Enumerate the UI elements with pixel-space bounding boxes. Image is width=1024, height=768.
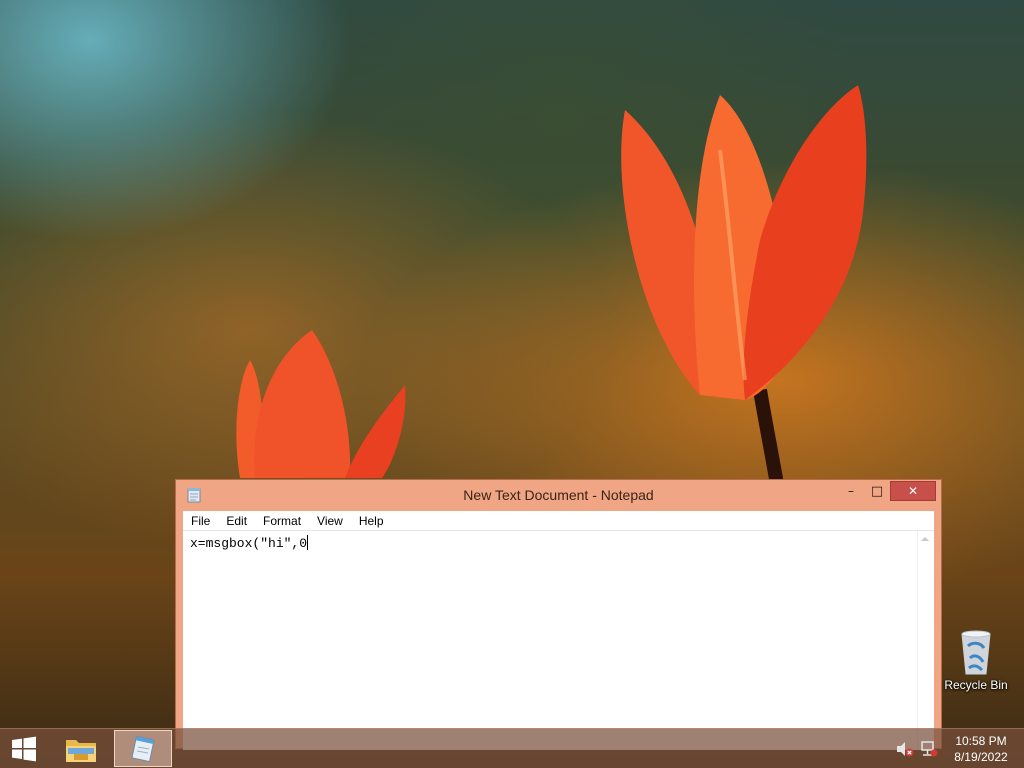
taskbar-file-explorer[interactable] (56, 730, 106, 768)
desktop: Recycle Bin New Text Document - Notepad … (0, 0, 1024, 768)
clock-time: 10:58 PM (955, 734, 1007, 748)
menu-file[interactable]: File (183, 511, 218, 531)
menu-bar: File Edit Format View Help (183, 511, 934, 531)
editor-content: x=msgbox("hi",0 (190, 536, 308, 551)
maximize-icon: □ (870, 483, 884, 499)
maximize-button[interactable]: □ (864, 481, 890, 501)
recycle-bin-icon (961, 630, 991, 675)
window-title: New Text Document - Notepad (463, 487, 654, 503)
start-button[interactable] (0, 729, 48, 768)
taskbar: 10:58 PM 8/19/2022 (0, 728, 1024, 768)
editor-line: x=msgbox("hi",0 (190, 535, 309, 551)
menu-view[interactable]: View (309, 511, 351, 531)
menu-format[interactable]: Format (255, 511, 309, 531)
scroll-up-arrow-icon[interactable] (921, 537, 929, 541)
minimize-button[interactable]: – (838, 481, 864, 501)
taskbar-notepad[interactable] (114, 730, 172, 767)
menu-help[interactable]: Help (351, 511, 392, 531)
notepad-icon (131, 735, 155, 762)
recycle-bin-label: Recycle Bin (944, 678, 1008, 692)
recycle-bin-shortcut[interactable]: Recycle Bin (940, 628, 1012, 692)
system-clock[interactable]: 10:58 PM 8/19/2022 (948, 733, 1014, 765)
folder-icon (66, 740, 96, 762)
vertical-scrollbar[interactable] (917, 531, 934, 750)
volume-muted-icon[interactable] (896, 741, 914, 757)
network-icon[interactable] (920, 741, 938, 757)
text-editor-area[interactable]: x=msgbox("hi",0 (183, 531, 934, 750)
notepad-window[interactable]: New Text Document - Notepad – □ ✕ File E… (175, 479, 942, 750)
clock-date: 8/19/2022 (954, 750, 1008, 764)
minimize-icon: – (848, 484, 854, 498)
title-bar[interactable]: New Text Document - Notepad – □ ✕ (176, 480, 941, 510)
text-caret (307, 535, 309, 550)
menu-edit[interactable]: Edit (218, 511, 255, 531)
windows-logo-icon (12, 736, 36, 762)
close-icon: ✕ (907, 484, 919, 498)
close-button[interactable]: ✕ (890, 481, 936, 501)
